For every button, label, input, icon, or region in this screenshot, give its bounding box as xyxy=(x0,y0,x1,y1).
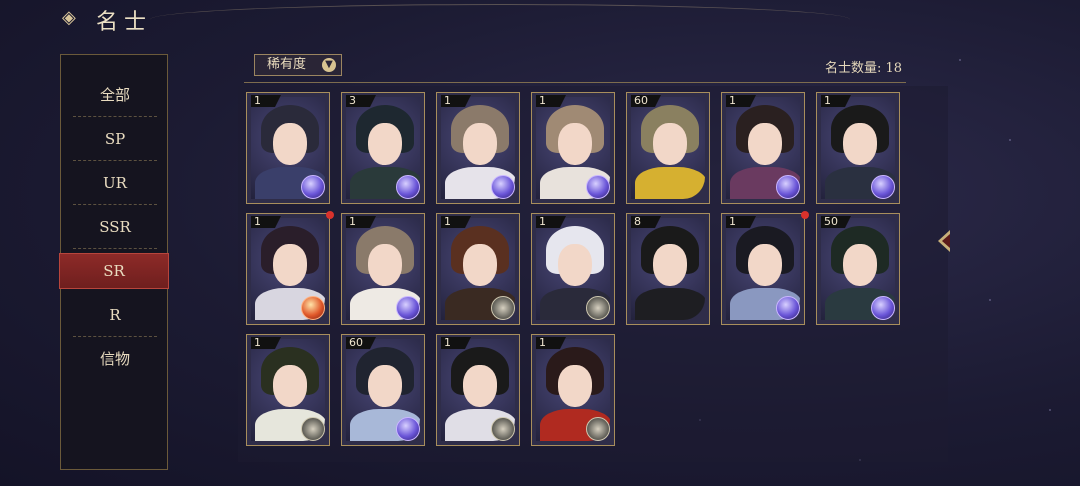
spirit-orb-icon xyxy=(396,296,420,320)
character-card[interactable]: 1 xyxy=(341,213,425,325)
notification-dot xyxy=(801,211,809,219)
eye-orb-icon xyxy=(586,296,610,320)
character-card[interactable]: 1 xyxy=(531,92,615,204)
character-card[interactable]: 1 xyxy=(531,334,615,446)
sidebar-item-4[interactable]: SR xyxy=(59,253,169,289)
sidebar-item-2[interactable]: UR xyxy=(69,161,161,205)
face-shape xyxy=(558,123,592,165)
face-shape xyxy=(463,365,497,407)
sidebar-item-label: UR xyxy=(103,174,127,192)
face-shape xyxy=(748,123,782,165)
sidebar-item-0[interactable]: 全部 xyxy=(69,73,161,117)
character-count: 名士数量: 18 xyxy=(824,61,902,76)
character-card[interactable]: 1 xyxy=(436,213,520,325)
face-shape xyxy=(463,244,497,286)
face-shape xyxy=(273,365,307,407)
spirit-orb-icon xyxy=(301,175,325,199)
face-shape xyxy=(273,244,307,286)
eye-orb-icon xyxy=(491,417,515,441)
expand-arrow-icon[interactable] xyxy=(936,224,954,258)
character-card[interactable]: 8 xyxy=(626,213,710,325)
rarity-filter-dropdown[interactable]: 稀有度 ▼ xyxy=(254,54,342,76)
title-bar: ◈ 名士 xyxy=(0,0,1080,36)
face-shape xyxy=(273,123,307,165)
character-card[interactable]: 1 xyxy=(246,213,330,325)
character-card[interactable]: 1 xyxy=(246,334,330,446)
sidebar-item-5[interactable]: R xyxy=(69,293,161,337)
rarity-sidebar: 全部 SP UR SSR SR R 信物 xyxy=(59,54,169,470)
character-card[interactable]: 1 xyxy=(721,213,805,325)
character-grid: 1 3 1 1 60 1 1 1 1 1 1 8 1 50 1 60 1 1 xyxy=(238,86,948,462)
sidebar-item-label: SSR xyxy=(99,218,131,236)
face-shape xyxy=(558,244,592,286)
spirit-orb-icon xyxy=(301,296,325,320)
spirit-orb-icon xyxy=(491,175,515,199)
sidebar-item-1[interactable]: SP xyxy=(69,117,161,161)
divider xyxy=(244,82,906,83)
sidebar-divider xyxy=(73,248,157,249)
spirit-orb-icon xyxy=(396,417,420,441)
face-shape xyxy=(748,244,782,286)
character-card[interactable]: 3 xyxy=(341,92,425,204)
character-card[interactable]: 60 xyxy=(341,334,425,446)
character-portrait xyxy=(631,97,705,199)
character-portrait xyxy=(631,218,705,320)
sidebar-item-label: R xyxy=(109,306,121,324)
spirit-orb-icon xyxy=(871,175,895,199)
face-shape xyxy=(558,365,592,407)
eye-orb-icon xyxy=(491,296,515,320)
spirit-orb-icon xyxy=(396,175,420,199)
sidebar-item-label: SP xyxy=(104,130,126,148)
character-card[interactable]: 1 xyxy=(531,213,615,325)
body-shape xyxy=(635,288,705,320)
face-shape xyxy=(843,244,877,286)
chevron-down-icon: ▼ xyxy=(322,58,336,72)
face-shape xyxy=(368,244,402,286)
spirit-orb-icon xyxy=(586,175,610,199)
face-shape xyxy=(463,123,497,165)
notification-dot xyxy=(326,211,334,219)
character-card[interactable]: 1 xyxy=(436,334,520,446)
character-card[interactable]: 1 xyxy=(436,92,520,204)
spirit-orb-icon xyxy=(776,175,800,199)
spirit-orb-icon xyxy=(776,296,800,320)
title-swoosh-ornament xyxy=(150,4,850,35)
face-shape xyxy=(843,123,877,165)
body-shape xyxy=(635,167,705,199)
face-shape xyxy=(653,123,687,165)
character-card[interactable]: 1 xyxy=(721,92,805,204)
character-card[interactable]: 1 xyxy=(246,92,330,204)
eye-orb-icon xyxy=(586,417,610,441)
face-shape xyxy=(368,123,402,165)
character-card[interactable]: 60 xyxy=(626,92,710,204)
face-shape xyxy=(368,365,402,407)
sidebar-item-3[interactable]: SSR xyxy=(69,205,161,249)
sidebar-item-label: 信物 xyxy=(99,350,130,368)
character-card[interactable]: 50 xyxy=(816,213,900,325)
spirit-orb-icon xyxy=(871,296,895,320)
cloud-ornament-icon: ◈ xyxy=(62,7,76,28)
sidebar-item-6[interactable]: 信物 xyxy=(69,337,161,381)
character-card[interactable]: 1 xyxy=(816,92,900,204)
face-shape xyxy=(653,244,687,286)
filter-label: 稀有度 xyxy=(267,57,307,72)
page-title: 名士 xyxy=(96,10,153,35)
sidebar-item-label: 全部 xyxy=(99,86,130,104)
sidebar-item-label: SR xyxy=(103,262,125,280)
eye-orb-icon xyxy=(301,417,325,441)
